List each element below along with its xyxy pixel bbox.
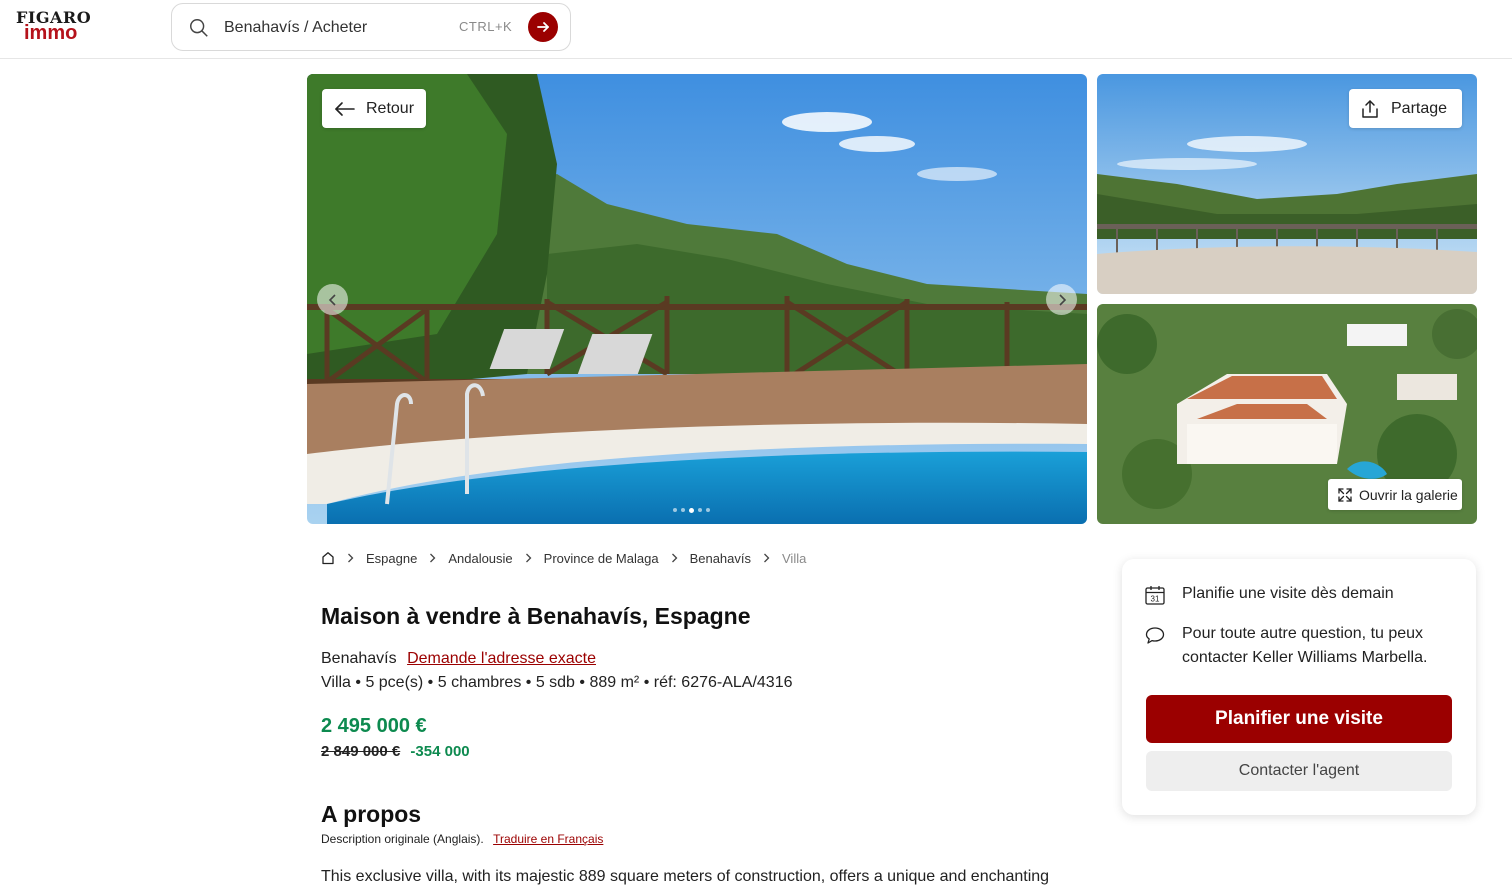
- previous-photo-button[interactable]: [317, 284, 348, 315]
- original-description-note: Description originale (Anglais).: [321, 832, 484, 846]
- city-label: Benahavís: [321, 650, 397, 667]
- next-photo-button[interactable]: [1046, 284, 1077, 315]
- search-input[interactable]: [224, 16, 454, 40]
- home-icon[interactable]: [321, 551, 335, 565]
- side-photo-aerial[interactable]: Ouvrir la galerie: [1097, 304, 1477, 524]
- expand-icon: [1338, 487, 1352, 502]
- share-icon: [1362, 99, 1378, 118]
- request-address-link[interactable]: Demande l'adresse exacte: [407, 650, 596, 667]
- pagination-dot[interactable]: [681, 508, 685, 512]
- breadcrumb-item-villa: Villa: [782, 550, 807, 566]
- open-gallery-button[interactable]: Ouvrir la galerie: [1328, 479, 1462, 510]
- pagination-dot-active[interactable]: [689, 507, 694, 513]
- back-button[interactable]: Retour: [322, 89, 426, 128]
- price-drop: -354 000: [410, 743, 470, 760]
- location-row: Benahavís Demande l'adresse exacte: [321, 650, 596, 668]
- translate-link[interactable]: Traduire en Français: [493, 832, 603, 846]
- search-icon: [190, 19, 208, 37]
- breadcrumb-item-andalousie[interactable]: Andalousie: [448, 551, 512, 566]
- svg-text:31: 31: [1151, 595, 1160, 604]
- pool-terrace-photo: [307, 74, 1087, 524]
- about-heading: A propos: [321, 801, 422, 827]
- breadcrumb-item-espagne[interactable]: Espagne: [366, 551, 417, 566]
- price-history: 2 849 000 € -354 000: [321, 743, 470, 760]
- chevron-right-icon: [1058, 293, 1066, 306]
- search-bar: CTRL+K: [171, 3, 571, 51]
- chevron-right-icon: [429, 553, 436, 563]
- schedule-visit-button[interactable]: Planifier une visite: [1146, 695, 1452, 743]
- search-submit-button[interactable]: [528, 12, 558, 42]
- share-label: Partage: [1391, 99, 1448, 117]
- question-info-row: Pour toute autre question, tu peux conta…: [1144, 622, 1454, 670]
- question-info-text: Pour toute autre question, tu peux conta…: [1182, 625, 1428, 666]
- share-button[interactable]: Partage: [1349, 89, 1462, 128]
- chevron-right-icon: [525, 553, 532, 563]
- search-shortcut-hint: CTRL+K: [459, 19, 513, 34]
- figaro-immo-logo[interactable]: FIGARO immo: [16, 10, 91, 44]
- contact-agent-button[interactable]: Contacter l'agent: [1146, 751, 1452, 791]
- current-price: 2 495 000 €: [321, 715, 427, 737]
- back-label: Retour: [366, 99, 415, 117]
- listing-title: Maison à vendre à Benahavís, Espagne: [321, 603, 751, 629]
- description-language-row: Description originale (Anglais). Traduir…: [321, 832, 603, 846]
- side-photo-balcony[interactable]: Partage: [1097, 74, 1477, 294]
- pagination-dot[interactable]: [698, 508, 702, 512]
- breadcrumb-item-benahavis[interactable]: Benahavís: [690, 551, 751, 566]
- description-text: This exclusive villa, with its majestic …: [321, 868, 1050, 885]
- arrow-right-icon: [537, 22, 549, 32]
- open-gallery-label: Ouvrir la galerie: [1359, 486, 1458, 503]
- arrow-left-icon: [335, 101, 355, 116]
- main-photo[interactable]: Retour: [307, 74, 1087, 524]
- top-header: FIGARO immo CTRL+K: [0, 0, 1512, 59]
- contact-card: 31 Planifie une visite dès demain Pour t…: [1122, 559, 1476, 815]
- breadcrumb: Espagne Andalousie Province de Malaga Be…: [321, 549, 806, 567]
- chevron-right-icon: [347, 553, 354, 563]
- chevron-right-icon: [763, 553, 770, 563]
- property-specs: Villa • 5 pce(s) • 5 chambres • 5 sdb • …: [321, 674, 793, 691]
- breadcrumb-item-province[interactable]: Province de Malaga: [544, 551, 659, 566]
- chevron-right-icon: [671, 553, 678, 563]
- calendar-icon: 31: [1145, 586, 1165, 605]
- pagination-dot[interactable]: [706, 508, 710, 512]
- old-price: 2 849 000 €: [321, 743, 401, 760]
- chevron-left-icon: [328, 293, 336, 306]
- photo-pagination-dots: [673, 507, 710, 513]
- chat-bubble-icon: [1145, 627, 1165, 644]
- visit-info-row: 31 Planifie une visite dès demain: [1144, 582, 1394, 606]
- visit-info-text: Planifie une visite dès demain: [1182, 585, 1394, 602]
- pagination-dot[interactable]: [673, 508, 677, 512]
